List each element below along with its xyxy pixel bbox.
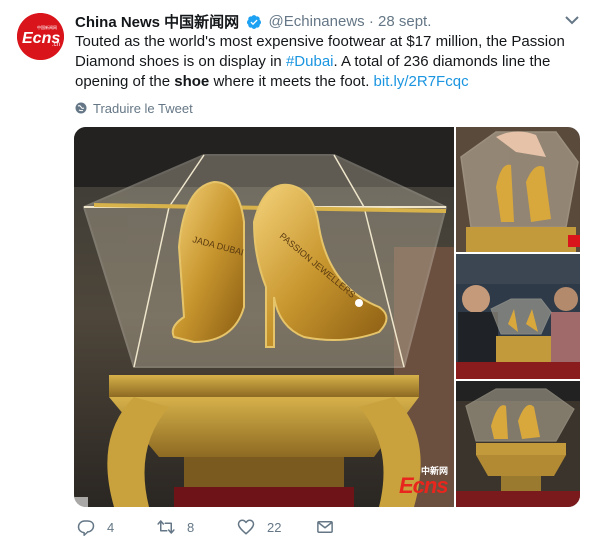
- author-name[interactable]: China News 中国新闻网: [75, 14, 239, 31]
- thumbnail-photo-1[interactable]: [456, 127, 580, 252]
- like-button[interactable]: 22: [237, 518, 281, 536]
- watermark: 中新网 Ecns: [399, 464, 454, 498]
- reply-icon: [77, 520, 95, 536]
- diamond-shoes-photo: JADA DUBAI PASSION JEWELLERS: [74, 127, 454, 507]
- avatar-sub-text: .cn: [52, 42, 60, 48]
- case-opening-photo: [456, 127, 580, 252]
- translate-label: Traduire le Tweet: [93, 100, 193, 116]
- retweet-count: 8: [187, 519, 195, 535]
- ecns-logo-icon: Ecns .cn 中国新闻网: [17, 13, 64, 60]
- like-count: 22: [267, 519, 282, 535]
- like-icon: [237, 519, 255, 535]
- tweet-actions: 4 8 22: [75, 518, 545, 540]
- tweet-text-part3: where it meets the foot.: [209, 73, 374, 90]
- display-case-photo: [456, 381, 580, 507]
- visitors-photo: [456, 254, 580, 379]
- tweet-text-bold: shoe: [174, 73, 210, 90]
- avatar[interactable]: Ecns .cn 中国新闻网: [17, 13, 64, 60]
- tweet-text: Touted as the world's most expensive foo…: [75, 32, 585, 92]
- reply-count: 4: [107, 519, 115, 535]
- thumbnail-photo-3[interactable]: [456, 381, 580, 507]
- watermark-logo: Ecns: [399, 473, 449, 498]
- thumbnail-photo-2[interactable]: [456, 254, 580, 379]
- translate-tweet[interactable]: Traduire le Tweet: [75, 100, 193, 116]
- hashtag-link[interactable]: #Dubai: [286, 53, 334, 70]
- retweet-icon: [157, 520, 175, 534]
- chevron-down-icon[interactable]: [564, 14, 580, 26]
- reply-button[interactable]: 4: [77, 518, 114, 536]
- media-grid: JADA DUBAI PASSION JEWELLERS 中新网 Ecns: [74, 127, 580, 507]
- tweet-header: China News 中国新闻网 @Echinanews · 28 sept.: [75, 11, 555, 31]
- verified-badge-icon: [247, 14, 262, 29]
- short-url-link[interactable]: bit.ly/2R7Fcqc: [374, 73, 469, 90]
- separator-dot: ·: [368, 13, 374, 30]
- author-handle[interactable]: @Echinanews: [269, 13, 365, 30]
- retweet-button[interactable]: 8: [157, 518, 194, 536]
- tweet-date[interactable]: 28 sept.: [378, 13, 431, 30]
- avatar-cn-text: 中国新闻网: [37, 24, 57, 30]
- tweet: Ecns .cn 中国新闻网 China News 中国新闻网 @Echinan…: [0, 0, 591, 548]
- direct-message-icon: [317, 521, 333, 533]
- main-photo[interactable]: JADA DUBAI PASSION JEWELLERS 中新网 Ecns: [74, 127, 454, 507]
- globe-icon: [75, 102, 87, 114]
- direct-message-button[interactable]: [316, 518, 334, 536]
